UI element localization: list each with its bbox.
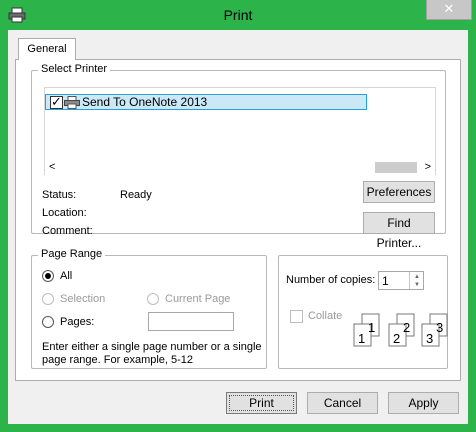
tab-general[interactable]: General: [18, 38, 76, 60]
close-button[interactable]: ✕: [426, 0, 472, 20]
location-label: Location:: [42, 207, 87, 219]
collate-page-number: 1: [358, 331, 365, 346]
scroll-right-icon[interactable]: >: [425, 161, 431, 173]
list-item[interactable]: ✓ Send To OneNote 2013: [45, 94, 367, 110]
collate-label: Collate: [308, 310, 343, 322]
page-range-hint: Enter either a single page number or a s…: [42, 341, 262, 366]
current-page-radio[interactable]: [147, 293, 159, 305]
page-range-label: Page Range: [38, 248, 106, 260]
copies-input[interactable]: 1 ▲ ▼: [378, 271, 424, 290]
collate-pages-icon: 1 1 2 2 3 3: [353, 313, 448, 347]
print-dialog: Print ✕ General Select Printer ✓ Send To…: [0, 0, 476, 432]
spin-down-icon[interactable]: ▼: [410, 280, 424, 290]
collate-checkbox[interactable]: [290, 310, 303, 323]
all-radio[interactable]: [42, 270, 54, 282]
copies-label: Number of copies:: [286, 274, 376, 286]
collate-page-number: 2: [403, 320, 410, 335]
scroll-thumb[interactable]: [375, 162, 417, 173]
print-button[interactable]: Print: [226, 392, 297, 414]
close-icon: ✕: [443, 1, 455, 16]
window-title: Print: [223, 7, 253, 23]
printer-icon: [64, 96, 80, 109]
selection-label: Selection: [60, 293, 106, 305]
collate-page-number: 3: [426, 331, 433, 346]
printer-list[interactable]: ✓ Send To OneNote 2013 < >: [44, 87, 436, 175]
select-printer-label: Select Printer: [38, 63, 111, 75]
horizontal-scrollbar[interactable]: < >: [45, 160, 435, 175]
title-bar[interactable]: Print ✕: [0, 0, 476, 30]
page-range-group: Page Range All Selection Current Page Pa…: [31, 248, 267, 369]
pages-label: Pages:: [60, 316, 95, 328]
pages-radio[interactable]: [42, 316, 54, 328]
apply-button[interactable]: Apply: [388, 392, 459, 414]
all-label: All: [60, 270, 73, 282]
copies-stepper[interactable]: ▲ ▼: [409, 272, 423, 289]
select-printer-group: Select Printer ✓ Send To OneNote 2013 < …: [31, 63, 446, 250]
collate-page-number: 1: [368, 320, 375, 335]
current-page-label: Current Page: [165, 293, 231, 305]
collate-page-number: 2: [393, 331, 400, 346]
scroll-left-icon[interactable]: <: [49, 161, 55, 173]
printer-name: Send To OneNote 2013: [82, 95, 208, 109]
status-value: Ready: [120, 189, 152, 201]
printer-checkbox[interactable]: ✓: [50, 94, 63, 109]
copies-value: 1: [382, 274, 389, 288]
general-tab-panel: Select Printer ✓ Send To OneNote 2013 < …: [15, 59, 461, 381]
cancel-button[interactable]: Cancel: [307, 392, 378, 414]
copies-group: Number of copies: 1 ▲ ▼ Collate 1 1 2 2 …: [278, 255, 448, 369]
comment-label: Comment:: [42, 225, 93, 237]
status-label: Status:: [42, 189, 77, 201]
find-printer-button[interactable]: Find Printer...: [363, 212, 435, 250]
preferences-button[interactable]: Preferences: [363, 181, 435, 203]
checkmark-icon: ✓: [51, 94, 62, 109]
collate-page-number: 3: [436, 320, 443, 335]
pages-input[interactable]: [148, 312, 234, 331]
dialog-body: General Select Printer ✓ Send To OneNote…: [8, 30, 468, 424]
selection-radio[interactable]: [42, 293, 54, 305]
